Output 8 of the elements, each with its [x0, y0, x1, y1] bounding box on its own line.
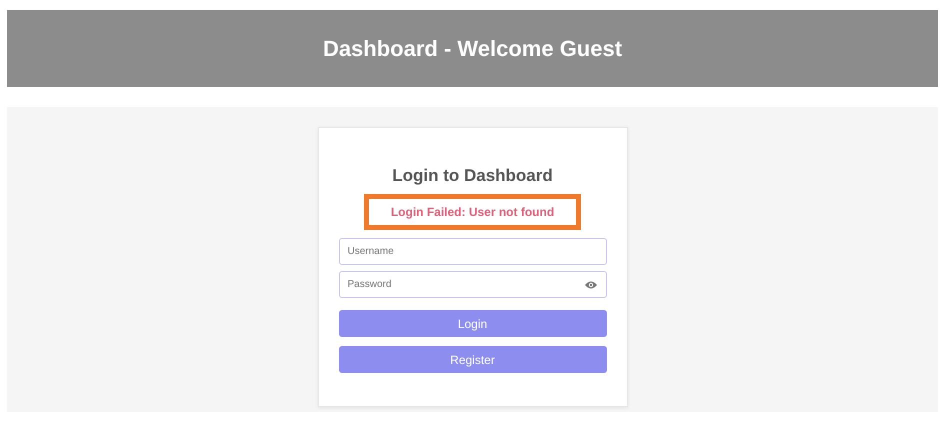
- form-button[interactable]: Login: [338, 310, 606, 337]
- form-button[interactable]: Register: [338, 346, 606, 373]
- password-field[interactable]: Password: [338, 271, 606, 298]
- error-message: Login Failed: User not found: [390, 205, 554, 219]
- card-title: Login to Dashboard: [392, 166, 553, 186]
- eye-icon[interactable]: [584, 280, 598, 290]
- page-title: Dashboard - Welcome Guest: [322, 36, 622, 62]
- username-field[interactable]: Username: [338, 238, 606, 265]
